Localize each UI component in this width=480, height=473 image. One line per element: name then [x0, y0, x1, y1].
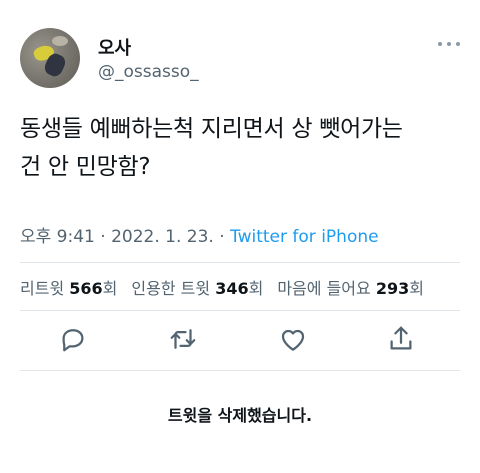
retweet-icon[interactable]: [168, 324, 198, 354]
more-options-icon[interactable]: [438, 40, 460, 48]
likes-count: 293: [375, 279, 410, 298]
tweet-text-line: 동생들 예뻐하는척 지리면서 상 뺏어가는: [20, 116, 403, 142]
divider: [20, 262, 460, 263]
tweet-stats: 리트윗 566회 인용한 트윗 346회 마음에 들어요 293회: [20, 275, 424, 299]
quotes-count: 346: [215, 279, 249, 298]
display-name[interactable]: 오사: [98, 34, 131, 60]
likes-suffix: 회: [409, 279, 424, 298]
quotes-label: 인용한 트윗: [131, 279, 211, 298]
tweet-date[interactable]: 2022. 1. 23.: [111, 227, 214, 247]
user-handle[interactable]: @_ossasso_: [98, 62, 199, 82]
tweet-meta: 오후 9:41 · 2022. 1. 23. · Twitter for iPh…: [20, 222, 379, 247]
tweet-text-line: 건 안 민망함?: [20, 154, 151, 180]
share-icon[interactable]: [386, 324, 416, 354]
divider: [20, 370, 460, 371]
retweets-label: 리트윗: [20, 279, 65, 298]
tweet-source[interactable]: Twitter for iPhone: [230, 227, 379, 247]
like-icon[interactable]: [278, 324, 308, 354]
quotes-stat[interactable]: 인용한 트윗 346회: [131, 279, 263, 298]
avatar-detail: [52, 36, 68, 46]
reply-icon[interactable]: [58, 324, 88, 354]
tweet-header: 오사 @_ossasso_: [20, 28, 460, 88]
likes-label: 마음에 들어요: [277, 279, 371, 298]
retweets-suffix: 회: [102, 279, 118, 298]
likes-stat[interactable]: 마음에 들어요 293회: [277, 279, 424, 298]
retweets-count: 566: [69, 279, 103, 298]
meta-separator: ·: [100, 227, 106, 247]
meta-separator: ·: [219, 227, 225, 247]
tweet-actions: [0, 324, 480, 358]
avatar[interactable]: [20, 28, 80, 88]
divider: [20, 310, 460, 311]
tweet-text: 동생들 예뻐하는척 지리면서 상 뺏어가는 건 안 민망함?: [20, 110, 465, 186]
tweet-time[interactable]: 오후 9:41: [20, 227, 95, 247]
deleted-notice: 트윗을 삭제했습니다.: [167, 406, 313, 425]
retweets-stat[interactable]: 리트윗 566회: [20, 279, 117, 298]
quotes-suffix: 회: [248, 279, 264, 298]
